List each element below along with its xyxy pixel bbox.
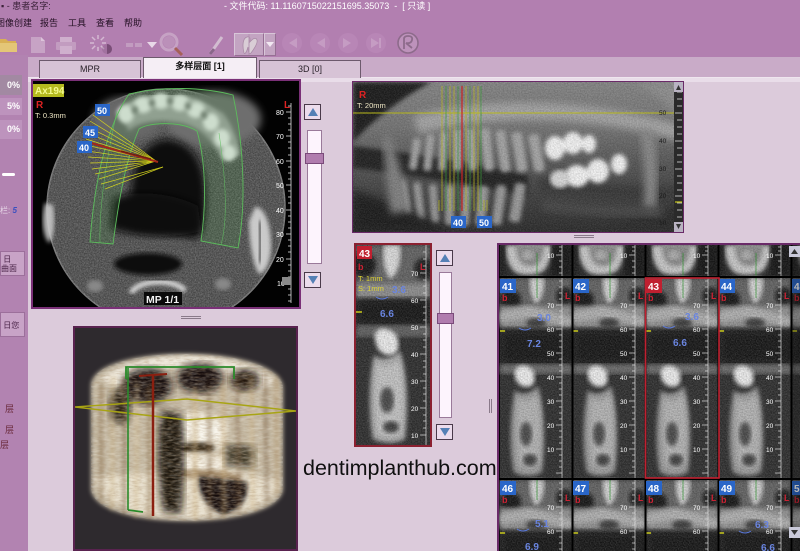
svg-text:3.0: 3.0 <box>537 313 551 324</box>
svg-text:T: 20mm: T: 20mm <box>357 101 386 110</box>
svg-text:70: 70 <box>411 271 419 278</box>
svg-text:70: 70 <box>276 134 284 141</box>
svg-text:T: 0.3mm: T: 0.3mm <box>35 111 66 120</box>
svg-text:50: 50 <box>276 183 284 190</box>
svg-text:42: 42 <box>575 282 587 293</box>
svg-text:MP 1/1: MP 1/1 <box>146 294 179 306</box>
svg-text:43: 43 <box>359 249 371 260</box>
svg-text:50: 50 <box>97 106 107 116</box>
svg-text:40: 40 <box>276 208 284 215</box>
svg-text:49: 49 <box>721 484 733 495</box>
svg-text:48: 48 <box>648 484 660 495</box>
svg-text:50: 50 <box>479 218 489 228</box>
svg-text:40: 40 <box>659 138 667 145</box>
svg-text:30: 30 <box>659 166 667 173</box>
svg-text:60: 60 <box>276 159 284 166</box>
svg-text:20: 20 <box>411 406 419 413</box>
svg-text:20: 20 <box>659 193 667 200</box>
svg-text:6.9: 6.9 <box>525 542 539 551</box>
svg-text:b: b <box>358 262 364 272</box>
svg-text:43: 43 <box>648 282 660 293</box>
svg-text:R: R <box>359 90 367 101</box>
svg-text:L: L <box>420 262 426 272</box>
svg-text:6.6: 6.6 <box>380 309 394 320</box>
svg-text:41: 41 <box>502 282 514 293</box>
svg-text:50: 50 <box>659 110 667 117</box>
svg-text:3.6: 3.6 <box>392 285 406 296</box>
svg-text:80: 80 <box>276 110 284 117</box>
svg-text:T: 1mm: T: 1mm <box>358 274 383 283</box>
svg-text:5.1: 5.1 <box>535 519 549 530</box>
svg-text:40: 40 <box>453 218 463 228</box>
svg-text:30: 30 <box>411 379 419 386</box>
svg-text:10: 10 <box>411 433 419 440</box>
svg-text:10: 10 <box>659 220 667 227</box>
svg-text:47: 47 <box>575 484 587 495</box>
svg-text:S: 1mm: S: 1mm <box>358 284 384 293</box>
svg-text:50: 50 <box>411 325 419 332</box>
svg-text:46: 46 <box>502 484 514 495</box>
svg-text:44: 44 <box>721 282 733 293</box>
svg-text:6.6: 6.6 <box>761 543 775 551</box>
svg-text:6.6: 6.6 <box>673 338 687 349</box>
svg-text:7.2: 7.2 <box>527 339 541 350</box>
svg-text:40: 40 <box>79 143 89 153</box>
svg-text:40: 40 <box>411 352 419 359</box>
svg-text:60: 60 <box>411 298 419 305</box>
svg-text:30: 30 <box>276 232 284 239</box>
svg-text:R: R <box>36 100 44 111</box>
svg-text:L: L <box>284 100 290 111</box>
svg-text:3.6: 3.6 <box>685 312 699 323</box>
svg-text:6.3: 6.3 <box>755 520 769 531</box>
svg-text:20: 20 <box>276 257 284 264</box>
svg-text:45: 45 <box>85 128 95 138</box>
svg-text:Ax194: Ax194 <box>35 86 65 97</box>
